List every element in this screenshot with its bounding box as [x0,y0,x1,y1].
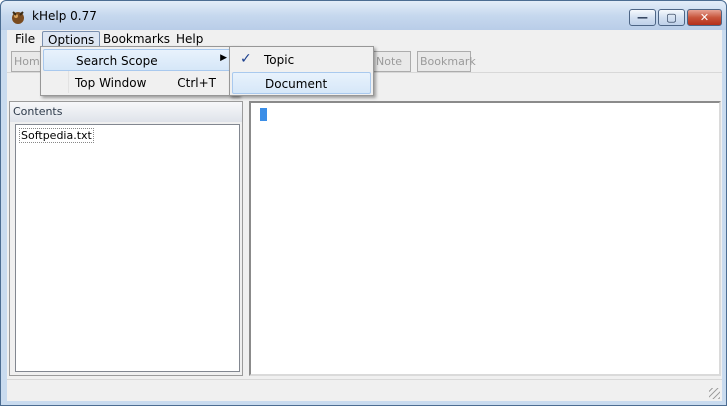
contents-pane: Contents Softpedia.txt [9,101,243,376]
options-menu: Search Scope ▶ Top Window Ctrl+T [40,46,239,96]
minimize-button[interactable]: — [629,9,656,26]
menu-file[interactable]: File [10,31,40,49]
maximize-button[interactable]: ▢ [658,9,685,26]
status-bar [7,379,722,401]
close-icon: ✕ [699,11,710,24]
maximize-icon: ▢ [666,11,677,24]
menu-item-label: Document [265,77,328,91]
text-caret [260,108,267,121]
contents-header: Contents [10,102,242,122]
title-bar[interactable]: kHelp 0.77 — ▢ ✕ [1,1,726,30]
menu-item-document[interactable]: Document [232,72,371,94]
menu-item-search-scope[interactable]: Search Scope ▶ [43,49,236,71]
close-button[interactable]: ✕ [687,9,722,26]
search-scope-submenu: ✓ Topic Document [229,46,374,96]
home-button[interactable]: Home [11,51,46,72]
menu-item-top-window[interactable]: Top Window Ctrl+T [43,72,236,94]
document-view[interactable] [249,101,721,376]
submenu-arrow-icon: ▶ [220,53,227,63]
menu-item-label: Search Scope [76,54,158,68]
menu-item-shortcut: Ctrl+T [177,76,216,90]
bookmark-button[interactable]: Bookmark [417,51,476,72]
list-item[interactable]: Softpedia.txt [19,128,94,143]
check-icon: ✓ [240,51,252,67]
menu-item-label: Topic [264,53,295,67]
menu-item-topic[interactable]: ✓ Topic [232,49,371,71]
window-title: kHelp 0.77 [32,9,97,23]
minimize-icon: — [637,11,648,24]
app-icon [12,11,24,24]
menu-item-label: Top Window [75,76,147,90]
note-button[interactable]: Note [373,51,411,72]
resize-grip-icon[interactable] [709,388,720,399]
contents-list[interactable]: Softpedia.txt [15,124,240,372]
